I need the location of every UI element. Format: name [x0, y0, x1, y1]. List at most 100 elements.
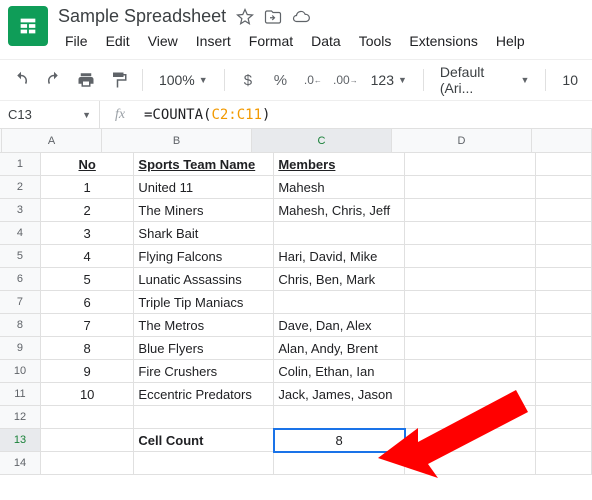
cell[interactable]: The Metros	[134, 314, 274, 337]
row-head[interactable]: 3	[0, 199, 41, 222]
cell[interactable]: 2	[41, 199, 135, 222]
cell[interactable]	[405, 429, 536, 452]
cell[interactable]: 10	[41, 383, 135, 406]
cell[interactable]: 1	[41, 176, 135, 199]
cell[interactable]: Colin, Ethan, Ian	[274, 360, 405, 383]
cell[interactable]: Blue Flyers	[134, 337, 274, 360]
format-dropdown[interactable]: 123 ▼	[365, 72, 413, 88]
cell[interactable]	[405, 337, 536, 360]
menu-format[interactable]: Format	[242, 29, 300, 53]
cell[interactable]	[536, 314, 592, 337]
name-box[interactable]: C13▼	[0, 101, 100, 128]
menu-file[interactable]: File	[58, 29, 95, 53]
cell[interactable]	[405, 406, 536, 429]
row-head[interactable]: 5	[0, 245, 41, 268]
paint-format-button[interactable]	[106, 66, 133, 94]
row-head[interactable]: 14	[0, 452, 41, 475]
menu-help[interactable]: Help	[489, 29, 532, 53]
col-head-B[interactable]: B	[102, 129, 252, 153]
cell[interactable]	[134, 406, 274, 429]
col-head-A[interactable]: A	[2, 129, 102, 153]
cell[interactable]	[536, 452, 592, 475]
row-head[interactable]: 6	[0, 268, 41, 291]
cell[interactable]	[274, 406, 405, 429]
cell[interactable]	[405, 314, 536, 337]
cell[interactable]: Mahesh	[274, 176, 405, 199]
cell[interactable]	[536, 199, 592, 222]
cell[interactable]	[405, 268, 536, 291]
row-head[interactable]: 2	[0, 176, 41, 199]
cell[interactable]	[274, 452, 405, 475]
cell[interactable]: Hari, David, Mike	[274, 245, 405, 268]
increase-decimal-button[interactable]: .00→	[332, 66, 359, 94]
menu-insert[interactable]: Insert	[189, 29, 238, 53]
cell[interactable]: United 11	[134, 176, 274, 199]
cell[interactable]: Shark Bait	[134, 222, 274, 245]
menu-tools[interactable]: Tools	[352, 29, 399, 53]
cell[interactable]	[536, 153, 592, 176]
row-head[interactable]: 7	[0, 291, 41, 314]
cell[interactable]	[274, 222, 405, 245]
decrease-decimal-button[interactable]: .0←	[300, 66, 327, 94]
row-head[interactable]: 12	[0, 406, 41, 429]
cell[interactable]: Flying Falcons	[134, 245, 274, 268]
currency-button[interactable]: $	[235, 66, 262, 94]
cell[interactable]	[536, 360, 592, 383]
undo-button[interactable]	[8, 66, 35, 94]
font-size-dropdown[interactable]: 10	[556, 72, 584, 88]
cell[interactable]	[536, 406, 592, 429]
cell[interactable]: The Miners	[134, 199, 274, 222]
cell[interactable]: Sports Team Name	[134, 153, 274, 176]
cell[interactable]	[536, 429, 592, 452]
cloud-status-icon[interactable]	[292, 8, 310, 26]
percent-button[interactable]: %	[267, 66, 294, 94]
redo-button[interactable]	[41, 66, 68, 94]
doc-title[interactable]: Sample Spreadsheet	[58, 6, 226, 27]
cell[interactable]	[274, 291, 405, 314]
menu-view[interactable]: View	[141, 29, 185, 53]
cell[interactable]: 7	[41, 314, 135, 337]
row-head[interactable]: 10	[0, 360, 41, 383]
cell[interactable]	[536, 222, 592, 245]
formula-input[interactable]: =COUNTA(C2:C11)	[140, 107, 592, 123]
row-head[interactable]: 11	[0, 383, 41, 406]
cell[interactable]: 8	[41, 337, 135, 360]
cell[interactable]	[41, 406, 135, 429]
cell[interactable]: Triple Tip Maniacs	[134, 291, 274, 314]
col-head-E[interactable]	[532, 129, 592, 153]
cell[interactable]	[405, 360, 536, 383]
cell[interactable]: No	[41, 153, 135, 176]
cell[interactable]: Chris, Ben, Mark	[274, 268, 405, 291]
cell[interactable]: Fire Crushers	[134, 360, 274, 383]
cell[interactable]	[41, 452, 135, 475]
cell[interactable]	[536, 383, 592, 406]
cell[interactable]: Jack, James, Jason	[274, 383, 405, 406]
cell[interactable]	[405, 245, 536, 268]
row-head[interactable]: 8	[0, 314, 41, 337]
row-head[interactable]: 13	[0, 429, 41, 452]
cell[interactable]: Mahesh, Chris, Jeff	[274, 199, 405, 222]
menu-extensions[interactable]: Extensions	[402, 29, 484, 53]
cell[interactable]	[536, 176, 592, 199]
print-button[interactable]	[73, 66, 100, 94]
cell[interactable]	[405, 199, 536, 222]
menu-edit[interactable]: Edit	[99, 29, 137, 53]
sheets-logo[interactable]	[8, 6, 48, 46]
cell[interactable]	[536, 291, 592, 314]
cell[interactable]: Lunatic Assassins	[134, 268, 274, 291]
row-head[interactable]: 9	[0, 337, 41, 360]
font-dropdown[interactable]: Default (Ari... ▼	[434, 64, 536, 96]
cell[interactable]: 4	[41, 245, 135, 268]
cell[interactable]: 5	[41, 268, 135, 291]
zoom-dropdown[interactable]: 100% ▼	[153, 72, 214, 88]
cell[interactable]	[536, 268, 592, 291]
cell[interactable]	[134, 452, 274, 475]
cell[interactable]: 3	[41, 222, 135, 245]
cell[interactable]	[405, 452, 536, 475]
star-icon[interactable]	[236, 8, 254, 26]
move-icon[interactable]	[264, 8, 282, 26]
cell[interactable]: Alan, Andy, Brent	[274, 337, 405, 360]
cell[interactable]	[405, 222, 536, 245]
row-head[interactable]: 1	[0, 153, 41, 176]
cell[interactable]	[405, 176, 536, 199]
